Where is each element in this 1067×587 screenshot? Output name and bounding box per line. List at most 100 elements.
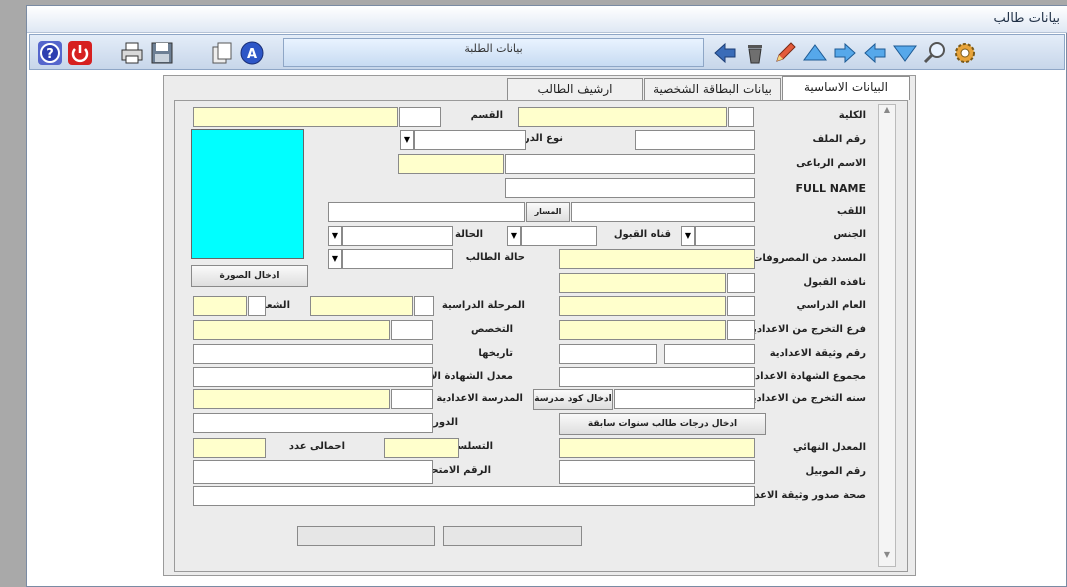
scroll-up-icon[interactable]: ▲ bbox=[879, 105, 895, 121]
department-label: القسم bbox=[470, 110, 503, 121]
tab-label: البيانات الاساسية bbox=[804, 80, 888, 94]
full-name-ar-extra-field[interactable] bbox=[398, 154, 504, 174]
svg-text:?: ? bbox=[46, 47, 54, 62]
power-icon[interactable] bbox=[66, 39, 94, 67]
enter-photo-button[interactable]: ادخال الصورة bbox=[191, 265, 308, 287]
status-field[interactable] bbox=[342, 226, 453, 246]
prep-branch-field[interactable] bbox=[559, 320, 726, 340]
admission-window-field[interactable] bbox=[559, 273, 726, 293]
final-average-label: المعدل النهائي bbox=[793, 442, 866, 453]
prep-school-field[interactable] bbox=[193, 389, 390, 409]
gender-field[interactable] bbox=[695, 226, 755, 246]
final-average-field[interactable] bbox=[559, 438, 755, 458]
tab-label: ارشيف الطالب bbox=[537, 82, 613, 96]
up-icon[interactable] bbox=[801, 39, 829, 67]
gender-label: الجنس bbox=[833, 229, 866, 240]
total-count-field[interactable] bbox=[193, 438, 266, 458]
fees-paid-field[interactable] bbox=[559, 249, 755, 269]
section-field[interactable] bbox=[193, 296, 247, 316]
doc-date-field[interactable] bbox=[193, 344, 433, 364]
study-type-dropdown[interactable]: ▼ bbox=[400, 130, 414, 150]
track-button[interactable]: المسار bbox=[526, 202, 570, 222]
title-bar: بيانات طالب bbox=[27, 6, 1067, 33]
enter-photo-label: ادخال الصورة bbox=[219, 271, 280, 281]
font-icon[interactable]: A bbox=[238, 39, 266, 67]
svg-text:A: A bbox=[247, 47, 257, 62]
print-icon[interactable] bbox=[118, 39, 146, 67]
academic-year-field[interactable] bbox=[559, 296, 726, 316]
enter-prev-grades-button[interactable]: ادخال درجات طالب سنوات سابقة bbox=[559, 413, 766, 435]
left-arrow-icon[interactable] bbox=[861, 39, 889, 67]
department-code-field[interactable] bbox=[399, 107, 441, 127]
prep-grad-year-field[interactable] bbox=[614, 389, 755, 409]
bottom-readonly-field-2 bbox=[443, 526, 582, 546]
gender-dropdown[interactable]: ▼ bbox=[681, 226, 695, 246]
admission-channel-field[interactable] bbox=[521, 226, 597, 246]
study-stage-label: المرحلة الدراسية bbox=[441, 300, 525, 311]
help-icon[interactable]: ? bbox=[36, 39, 64, 67]
bottom-readonly-field-1 bbox=[297, 526, 435, 546]
delete-icon[interactable] bbox=[741, 39, 769, 67]
specialization-code-field[interactable] bbox=[391, 320, 433, 340]
enter-school-code-button[interactable]: ادخال كود مدرسة bbox=[533, 389, 613, 410]
form-scrollbar[interactable]: ▲ ▼ bbox=[878, 104, 896, 567]
admission-window-code-field[interactable] bbox=[727, 273, 755, 293]
sequence-field[interactable] bbox=[384, 438, 459, 458]
file-no-field[interactable] bbox=[635, 130, 755, 150]
prep-total-field[interactable] bbox=[559, 367, 755, 387]
academic-year-code-field[interactable] bbox=[727, 296, 755, 316]
exam-no-field[interactable] bbox=[193, 460, 433, 484]
specialization-field[interactable] bbox=[193, 320, 390, 340]
doc-validity-field[interactable] bbox=[193, 486, 755, 506]
full-name-en-label: FULL NAME bbox=[795, 182, 866, 195]
file-no-label: رقم الملف bbox=[812, 134, 866, 145]
prep-doc-extra-field[interactable] bbox=[559, 344, 657, 364]
prep-total-label: مجموع الشهادة الاعدادية bbox=[745, 371, 866, 382]
study-stage-field[interactable] bbox=[310, 296, 413, 316]
save-icon[interactable] bbox=[148, 39, 176, 67]
right-arrow-icon[interactable] bbox=[831, 39, 859, 67]
status-dropdown[interactable]: ▼ bbox=[328, 226, 342, 246]
round-field[interactable] bbox=[193, 413, 433, 433]
student-status-dropdown[interactable]: ▼ bbox=[328, 249, 342, 269]
admission-channel-dropdown[interactable]: ▼ bbox=[507, 226, 521, 246]
copy-icon[interactable] bbox=[208, 39, 236, 67]
edit-icon[interactable] bbox=[771, 39, 799, 67]
toolbar: ? A بيانات الطلبة bbox=[29, 34, 1065, 70]
search-icon[interactable] bbox=[921, 39, 949, 67]
department-field[interactable] bbox=[193, 107, 398, 127]
prep-school-code-field[interactable] bbox=[391, 389, 433, 409]
track-field[interactable] bbox=[328, 202, 525, 222]
student-status-label: حالة الطالب bbox=[465, 252, 525, 263]
settings-icon[interactable] bbox=[951, 39, 979, 67]
tab-basic-data[interactable]: البيانات الاساسية bbox=[782, 76, 910, 100]
title-field[interactable] bbox=[571, 202, 755, 222]
prep-branch-code-field[interactable] bbox=[727, 320, 755, 340]
title-label: اللقب bbox=[836, 206, 866, 217]
back-arrow-icon[interactable] bbox=[711, 39, 739, 67]
status-label: الحالة bbox=[455, 229, 483, 240]
prep-average-field[interactable] bbox=[193, 367, 433, 387]
mobile-label: رقم الموبيل bbox=[805, 466, 866, 477]
college-code-field[interactable] bbox=[728, 107, 754, 127]
scroll-down-icon[interactable]: ▼ bbox=[879, 550, 895, 566]
mobile-field[interactable] bbox=[559, 460, 755, 484]
enter-school-code-label: ادخال كود مدرسة bbox=[534, 394, 612, 404]
college-label: الكلية bbox=[838, 110, 866, 121]
down-icon[interactable] bbox=[891, 39, 919, 67]
total-count-label: احمالى عدد bbox=[288, 441, 345, 452]
student-photo bbox=[191, 129, 304, 259]
prep-doc-no-field[interactable] bbox=[664, 344, 755, 364]
round-label: الدور bbox=[433, 417, 458, 428]
tab-id-card[interactable]: بيانات البطاقة الشخصية bbox=[644, 78, 781, 100]
student-status-field[interactable] bbox=[342, 249, 453, 269]
full-name-en-field[interactable] bbox=[505, 178, 755, 198]
study-type-field[interactable] bbox=[414, 130, 526, 150]
tab-archive[interactable]: ارشيف الطالب bbox=[507, 78, 643, 100]
study-stage-code-field[interactable] bbox=[414, 296, 434, 316]
full-name-ar-field[interactable] bbox=[505, 154, 755, 174]
section-code-field[interactable] bbox=[248, 296, 266, 316]
doc-date-label: تاريخها bbox=[478, 348, 513, 359]
module-title-text: بيانات الطلبة bbox=[464, 42, 523, 55]
college-field[interactable] bbox=[518, 107, 727, 127]
